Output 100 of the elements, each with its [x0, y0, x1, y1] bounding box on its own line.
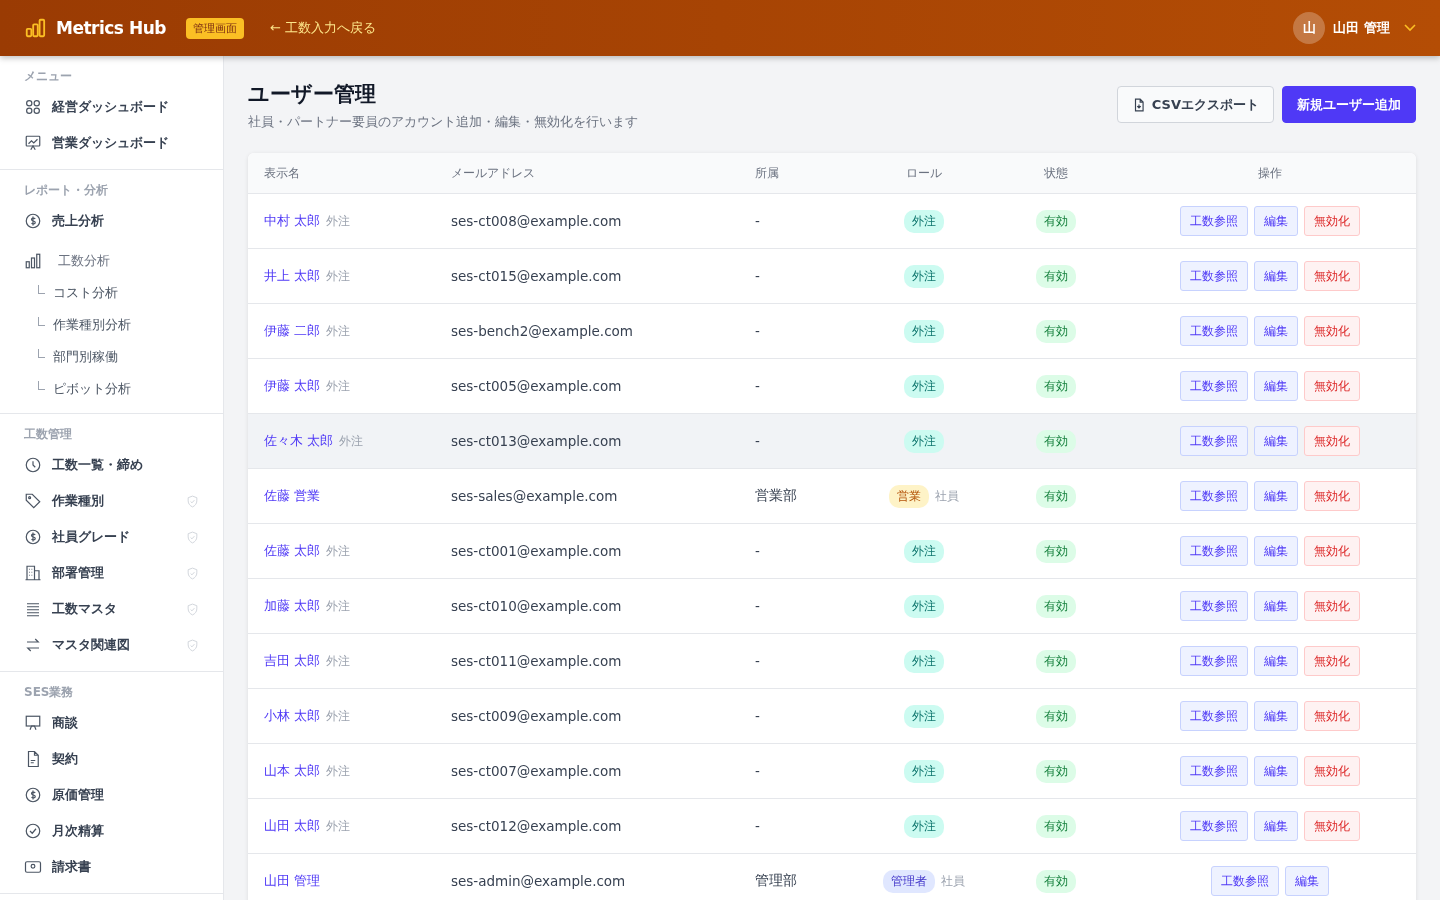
sidebar-subitem[interactable]: 部門別稼働: [0, 341, 223, 373]
view-hours-button[interactable]: 工数参照: [1179, 426, 1248, 456]
user-name-link[interactable]: 山田 太郎: [264, 817, 321, 835]
export-button[interactable]: CSVエクスポート: [1116, 86, 1274, 123]
column-header: 状態: [1043, 164, 1069, 182]
table-cell-text: -: [755, 543, 761, 559]
edit-button[interactable]: 編集: [1253, 261, 1298, 291]
status-badge: 有効: [1036, 649, 1076, 673]
sidebar-item[interactable]: 工数一覧・締め: [0, 447, 223, 483]
user-name-link[interactable]: 山田 管理: [264, 872, 321, 890]
table-cell-text: -: [755, 213, 761, 229]
user-name-link[interactable]: 小林 太郎: [264, 707, 321, 725]
table-cell-text: -: [755, 268, 761, 284]
edit-button[interactable]: 編集: [1253, 206, 1298, 236]
back-link[interactable]: ← 工数入力へ戻る: [269, 19, 376, 37]
edit-button[interactable]: 編集: [1253, 701, 1298, 731]
edit-button[interactable]: 編集: [1253, 811, 1298, 841]
status-badge: 有効: [1036, 264, 1076, 288]
status-badge: 有効: [1036, 814, 1076, 838]
view-hours-button[interactable]: 工数参照: [1179, 536, 1248, 566]
disable-button[interactable]: 無効化: [1303, 811, 1360, 841]
role-badge: 外注: [904, 429, 944, 453]
view-hours-button[interactable]: 工数参照: [1179, 591, 1248, 621]
sidebar-item[interactable]: 部署管理: [0, 555, 223, 591]
user-name-link[interactable]: 吉田 太郎: [264, 652, 321, 670]
edit-button[interactable]: 編集: [1253, 591, 1298, 621]
status-badge: 有効: [1036, 704, 1076, 728]
role-badge: 外注: [904, 759, 944, 783]
user-name-link[interactable]: 伊藤 二郎: [264, 322, 321, 340]
view-hours-button[interactable]: 工数参照: [1179, 206, 1248, 236]
table-cell-text: -: [755, 818, 761, 834]
view-hours-button[interactable]: 工数参照: [1179, 261, 1248, 291]
user-name-link[interactable]: 井上 太郎: [264, 267, 321, 285]
user-name-link[interactable]: 伊藤 太郎: [264, 377, 321, 395]
employment-type: 外注: [326, 322, 351, 340]
user-name-link[interactable]: 佐々木 太郎: [264, 432, 334, 450]
disable-button[interactable]: 無効化: [1303, 261, 1360, 291]
user-name[interactable]: 山田 管理: [1333, 19, 1390, 37]
user-name-link[interactable]: 中村 太郎: [264, 212, 321, 230]
edit-button[interactable]: 編集: [1253, 481, 1298, 511]
sidebar-item[interactable]: マスタ関連図: [0, 627, 223, 663]
sidebar-item[interactable]: 月次精算: [0, 813, 223, 849]
shield-icon: [186, 494, 199, 508]
edit-button[interactable]: 編集: [1253, 756, 1298, 786]
sidebar-item[interactable]: 工数分析: [0, 245, 223, 277]
sidebar-item[interactable]: 商談: [0, 705, 223, 741]
table-cell-text: -: [755, 323, 761, 339]
view-hours-button[interactable]: 工数参照: [1179, 481, 1248, 511]
user-name-link[interactable]: 加藤 太郎: [264, 597, 321, 615]
disable-button[interactable]: 無効化: [1303, 316, 1360, 346]
view-hours-button[interactable]: 工数参照: [1179, 811, 1248, 841]
view-hours-button[interactable]: 工数参照: [1179, 646, 1248, 676]
sidebar-item[interactable]: 作業種別: [0, 483, 223, 519]
sidebar-item[interactable]: 請求書: [0, 849, 223, 885]
disable-button[interactable]: 無効化: [1303, 756, 1360, 786]
edit-button[interactable]: 編集: [1253, 371, 1298, 401]
edit-button[interactable]: 編集: [1253, 426, 1298, 456]
sidebar-item[interactable]: 工数マスタ: [0, 591, 223, 627]
table-cell-text: -: [755, 598, 761, 614]
disable-button[interactable]: 無効化: [1303, 701, 1360, 731]
sidebar-subitem[interactable]: 作業種別分析: [0, 309, 223, 341]
sidebar-subitem[interactable]: コスト分析: [0, 277, 223, 309]
sidebar-item[interactable]: 営業ダッシュボード: [0, 125, 223, 161]
add-user-button[interactable]: 新規ユーザー追加: [1282, 86, 1416, 123]
edit-button[interactable]: 編集: [1253, 646, 1298, 676]
section-heading: メニュー: [23, 68, 73, 85]
avatar[interactable]: 山: [1293, 12, 1326, 44]
view-hours-button[interactable]: 工数参照: [1179, 701, 1248, 731]
edit-button[interactable]: 編集: [1284, 866, 1329, 896]
edit-button[interactable]: 編集: [1253, 536, 1298, 566]
status-badge: 有効: [1036, 869, 1076, 893]
edit-button[interactable]: 編集: [1253, 316, 1298, 346]
disable-button[interactable]: 無効化: [1303, 646, 1360, 676]
employment-type: 外注: [326, 267, 351, 285]
view-hours-button[interactable]: 工数参照: [1210, 866, 1279, 896]
sidebar-item[interactable]: 経営ダッシュボード: [0, 89, 223, 125]
view-hours-button[interactable]: 工数参照: [1179, 756, 1248, 786]
disable-button[interactable]: 無効化: [1303, 481, 1360, 511]
chevron-down-icon[interactable]: [1404, 24, 1416, 32]
user-name-link[interactable]: 佐藤 太郎: [264, 542, 321, 560]
user-name-link[interactable]: 山本 太郎: [264, 762, 321, 780]
disable-button[interactable]: 無効化: [1303, 536, 1360, 566]
disable-button[interactable]: 無効化: [1303, 371, 1360, 401]
monitor-icon: [24, 714, 42, 732]
employment-type: 外注: [326, 542, 351, 560]
view-hours-button[interactable]: 工数参照: [1179, 316, 1248, 346]
sidebar-item[interactable]: 契約: [0, 741, 223, 777]
shield-icon: [186, 566, 199, 580]
disable-button[interactable]: 無効化: [1303, 206, 1360, 236]
disable-button[interactable]: 無効化: [1303, 426, 1360, 456]
disable-button[interactable]: 無効化: [1303, 591, 1360, 621]
sidebar-item[interactable]: 売上分析: [0, 203, 223, 239]
sidebar-item[interactable]: 社員グレード: [0, 519, 223, 555]
view-hours-button[interactable]: 工数参照: [1179, 371, 1248, 401]
user-name-link[interactable]: 佐藤 営業: [264, 487, 321, 505]
table-cell-text: ses-ct008@example.com: [451, 213, 623, 229]
sidebar-subitem[interactable]: ピボット分析: [0, 373, 223, 405]
tag-icon: [24, 492, 42, 510]
sidebar-item[interactable]: 原価管理: [0, 777, 223, 813]
table-cell-text: ses-ct009@example.com: [451, 708, 623, 724]
